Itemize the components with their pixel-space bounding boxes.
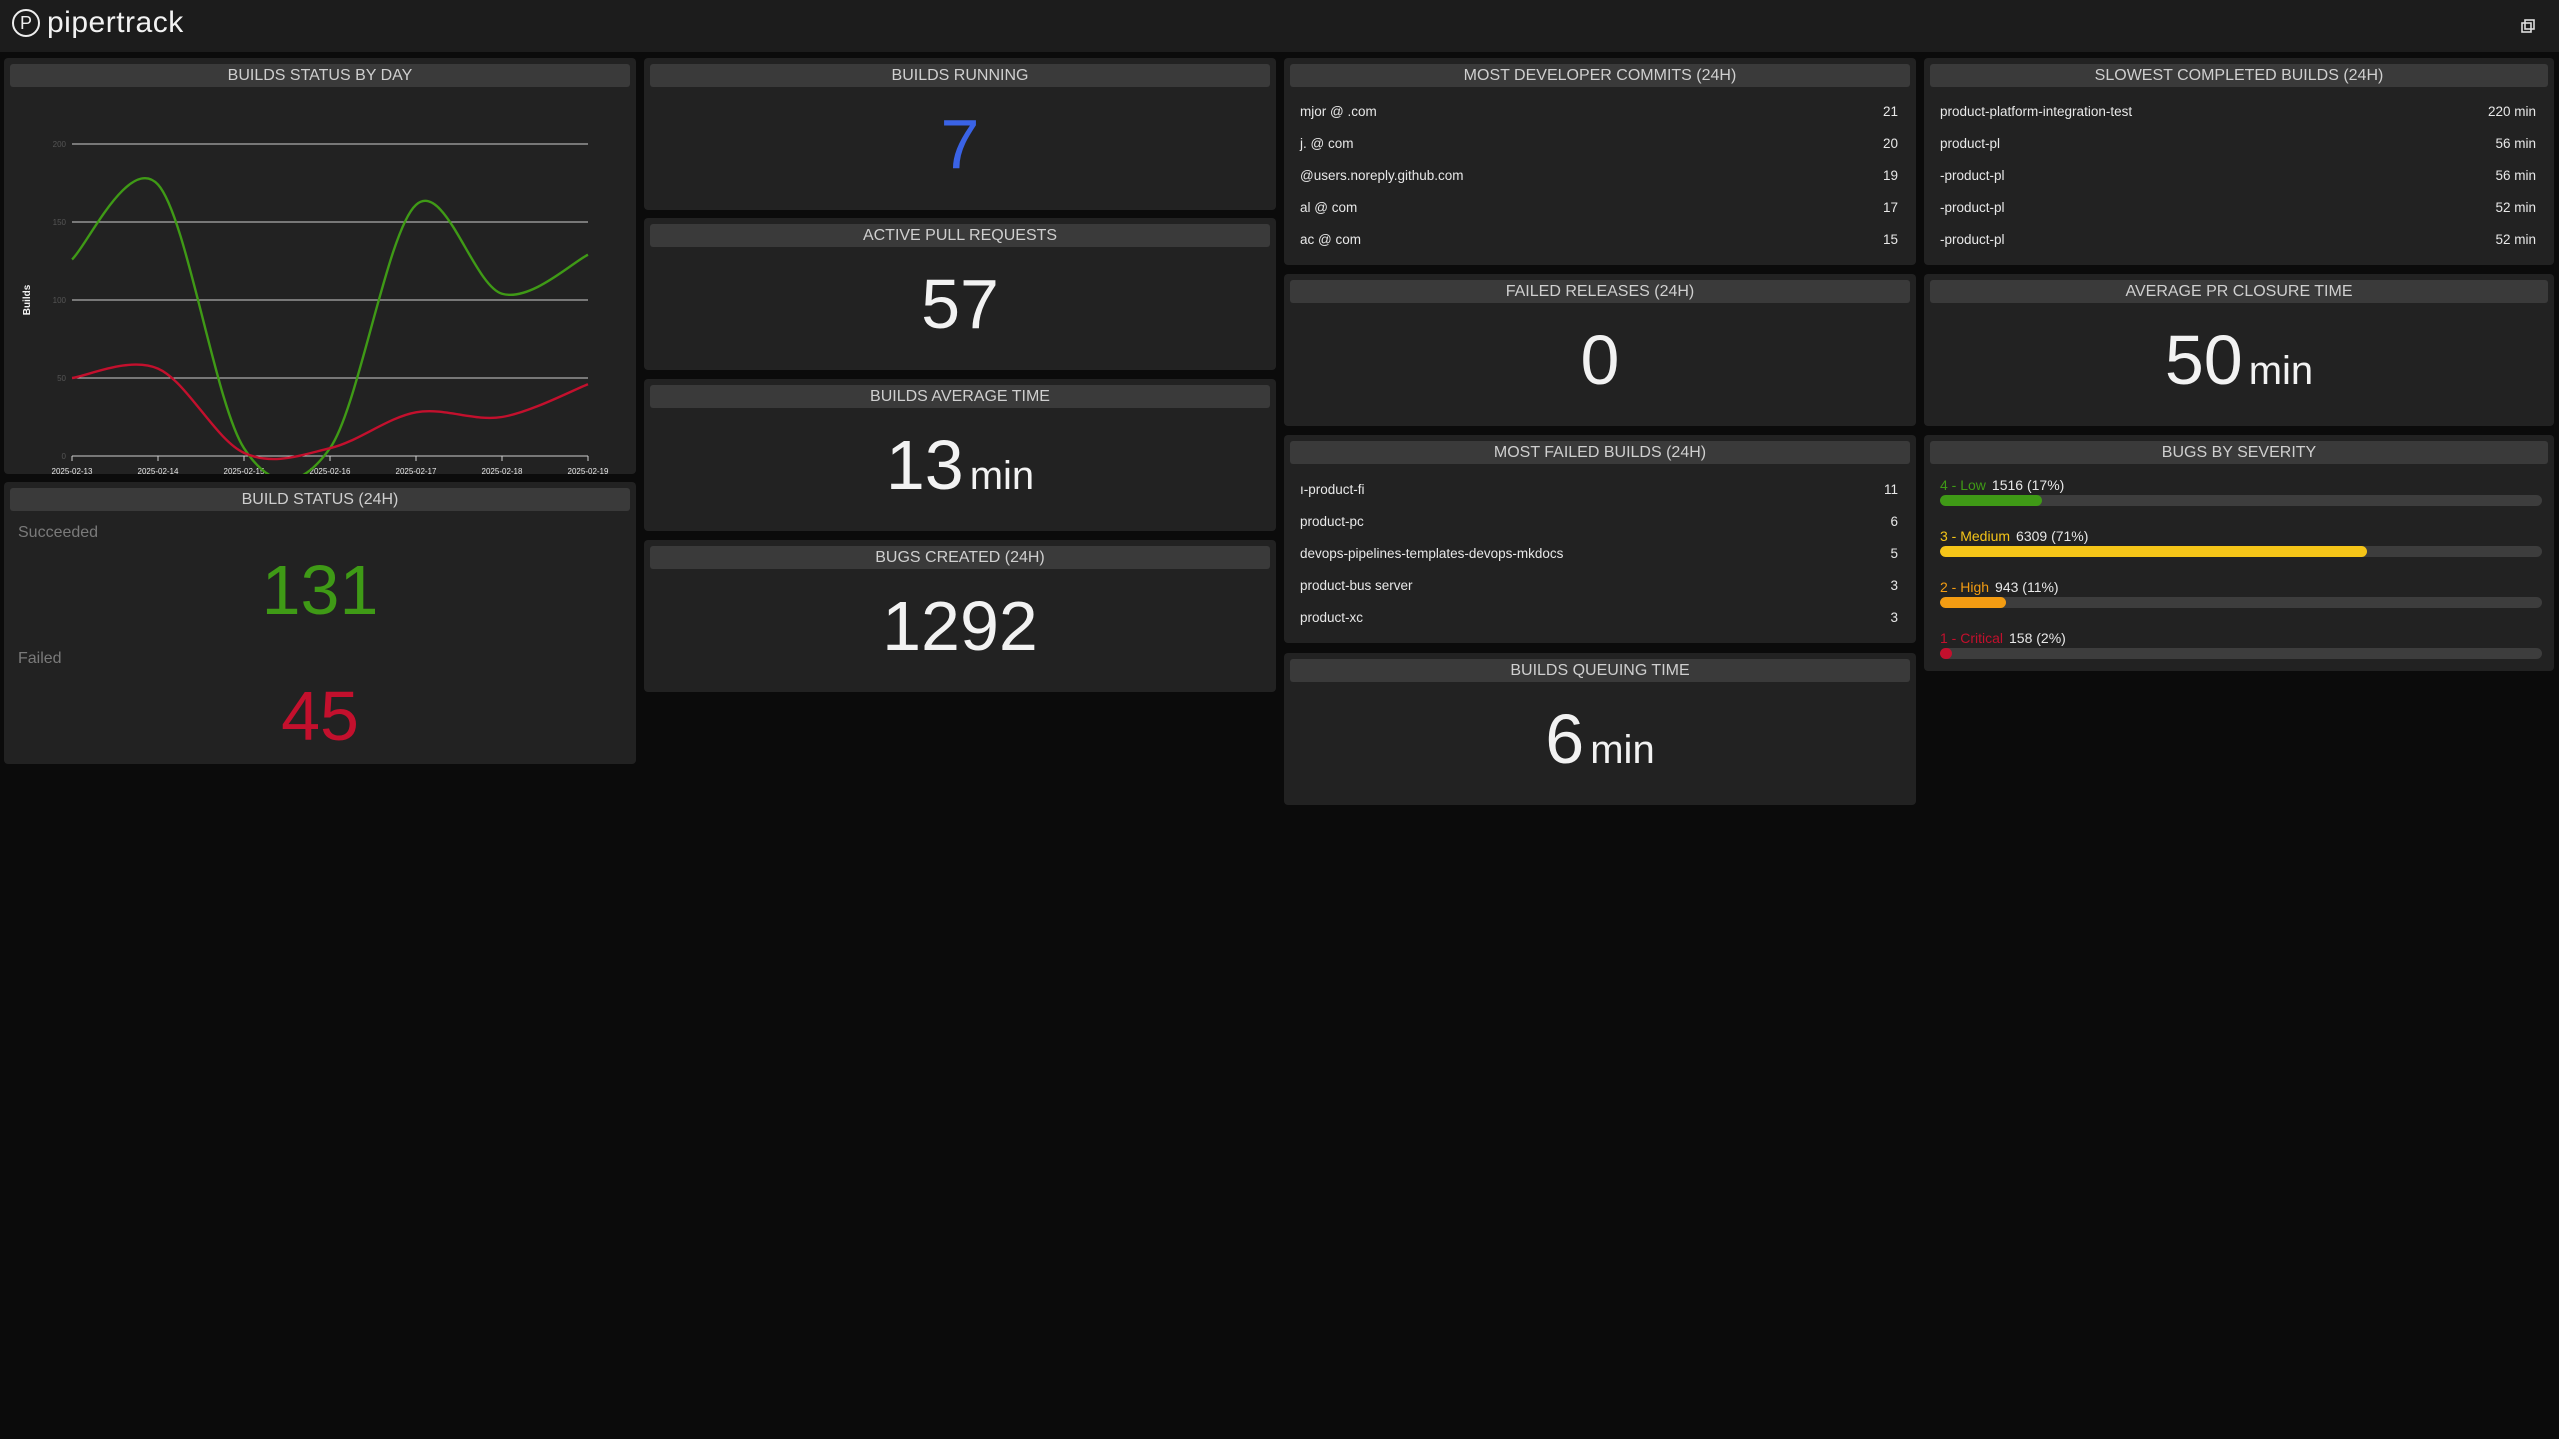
panel-title: FAILED RELEASES (24H) — [1290, 280, 1910, 303]
app-name: pipertrack — [47, 6, 184, 39]
severity-bar-fill — [1940, 495, 2043, 506]
panel-title: ACTIVE PULL REQUESTS — [650, 224, 1270, 247]
list-item[interactable]: mjor @ .com 21 — [1300, 104, 1898, 124]
bugs-by-severity-panel: BUGS BY SEVERITY 4 - Low 1516 (17%) 3 - M… — [1924, 435, 2554, 671]
panel-title: BUILDS QUEUING TIME — [1290, 659, 1910, 682]
failed-releases-value: 0 — [1580, 321, 1620, 399]
panel-title: BUILD STATUS (24H) — [10, 488, 630, 511]
builds-running-value: 7 — [940, 105, 980, 183]
builds-queuing-time-value: 6 min — [1284, 699, 1916, 779]
builds-average-time-panel: BUILDS AVERAGE TIME 13 min — [644, 379, 1276, 531]
succeeded-label: Succeeded — [18, 524, 99, 541]
list-item[interactable]: -product-pl 52 min — [1940, 200, 2536, 220]
panel-title: SLOWEST COMPLETED BUILDS (24H) — [1930, 64, 2548, 87]
failed-count: 45 — [281, 677, 359, 755]
severity-count: 943 (11%) — [1995, 579, 2059, 595]
most-failed-builds-panel: MOST FAILED BUILDS (24H) ı-product-fi 11 … — [1284, 435, 1916, 643]
severity-label: 4 - Low — [1940, 477, 1986, 493]
builds-line-chart: 0 50 100 150 200 2025-02-13 2025-02-14 2025-02-… — [22, 140, 609, 474]
panel-title: BUILDS RUNNING — [650, 64, 1270, 87]
severity-row-medium[interactable]: 3 - Medium 6309 (71%) — [1940, 528, 2542, 568]
slowest-completed-builds-panel: SLOWEST COMPLETED BUILDS (24H) product-p… — [1924, 58, 2554, 265]
pr-closure-number: 50 — [2164, 321, 2243, 399]
bugs-created-panel: BUGS CREATED (24H) 1292 — [644, 540, 1276, 692]
average-time-unit: min — [969, 454, 1035, 498]
list-item[interactable]: al @ com 17 — [1300, 200, 1898, 220]
queuing-time-unit: min — [1590, 728, 1655, 772]
severity-count: 1516 (17%) — [1991, 477, 2065, 493]
top-bar: P pipertrack — [0, 0, 2559, 52]
severity-track — [1940, 546, 2542, 557]
series-line-succeeded — [71, 177, 589, 474]
builds-average-time-value: 13 min — [644, 425, 1276, 505]
y-tick-label: 200 — [53, 140, 67, 149]
logo-mark-icon: P — [12, 9, 40, 37]
panel-title: BUILDS AVERAGE TIME — [650, 385, 1270, 408]
x-tick-label: 2025-02-18 — [482, 467, 523, 474]
active-pull-requests-panel: ACTIVE PULL REQUESTS 57 — [644, 218, 1276, 370]
builds-queuing-time-panel: BUILDS QUEUING TIME 6 min — [1284, 653, 1916, 805]
list-item[interactable]: -product-pl 52 min — [1940, 232, 2536, 252]
pr-closure-unit: min — [2248, 349, 2314, 393]
builds-running-panel: BUILDS RUNNING 7 — [644, 58, 1276, 210]
list-item[interactable]: devops-pipelines-templates-devops-mkdocs… — [1300, 546, 1898, 566]
severity-bar-fill — [1940, 546, 2368, 557]
severity-track — [1940, 597, 2542, 608]
x-tick-label: 2025-02-13 — [52, 467, 93, 474]
x-tick-label: 2025-02-16 — [310, 467, 351, 474]
panel-title: MOST FAILED BUILDS (24H) — [1290, 441, 1910, 464]
most-developer-commits-panel: MOST DEVELOPER COMMITS (24H) mjor @ .com… — [1284, 58, 1916, 265]
failed-releases-panel: FAILED RELEASES (24H) 0 — [1284, 274, 1916, 426]
bugs-created-value: 1292 — [882, 587, 1038, 665]
x-tick-label: 2025-02-14 — [138, 467, 179, 474]
list-item[interactable]: ac @ com 15 — [1300, 232, 1898, 252]
severity-label: 3 - Medium — [1940, 528, 2011, 544]
builds-status-by-day-panel: BUILDS STATUS BY DAY 0 50 100 150 200 2025-02… — [4, 58, 636, 474]
severity-track — [1940, 495, 2542, 506]
severity-bar-fill — [1940, 648, 1953, 659]
y-tick-label: 50 — [57, 374, 66, 383]
severity-row-low[interactable]: 4 - Low 1516 (17%) — [1940, 477, 2542, 517]
y-tick-label: 100 — [53, 296, 67, 305]
severity-count: 6309 (71%) — [2016, 528, 2089, 544]
list-item[interactable]: ı-product-fi 11 — [1300, 482, 1898, 502]
build-status-24h-panel: BUILD STATUS (24H) Succeeded 131 Failed … — [4, 482, 636, 764]
fullscreen-button[interactable] — [2517, 15, 2539, 37]
x-tick-label: 2025-02-17 — [396, 467, 437, 474]
severity-row-critical[interactable]: 1 - Critical 158 (2%) — [1940, 630, 2542, 670]
x-tick-label: 2025-02-19 — [568, 467, 609, 474]
failed-label: Failed — [18, 650, 62, 667]
list-item[interactable]: product-pl 56 min — [1940, 136, 2536, 156]
average-pr-closure-time-value: 50 min — [1924, 320, 2554, 400]
severity-label: 1 - Critical — [1940, 630, 2004, 646]
list-item[interactable]: product-pc 6 — [1300, 514, 1898, 534]
panel-title: BUGS CREATED (24H) — [650, 546, 1270, 569]
panel-title: MOST DEVELOPER COMMITS (24H) — [1290, 64, 1910, 87]
average-time-number: 13 — [885, 426, 964, 504]
succeeded-count: 131 — [261, 551, 379, 629]
y-axis-label: Builds — [22, 284, 33, 315]
list-item[interactable]: product-platform-integration-test 220 min — [1940, 104, 2536, 124]
severity-label: 2 - High — [1940, 579, 1990, 595]
panel-title: BUGS BY SEVERITY — [1930, 441, 2548, 464]
average-pr-closure-time-panel: AVERAGE PR CLOSURE TIME 50 min — [1924, 274, 2554, 426]
severity-row-high[interactable]: 2 - High 943 (11%) — [1940, 579, 2542, 619]
active-pull-requests-value: 57 — [921, 265, 999, 343]
fullscreen-icon — [2521, 19, 2535, 33]
series-line-failed — [71, 363, 589, 461]
app-logo[interactable]: P pipertrack — [12, 6, 184, 40]
queuing-time-number: 6 — [1545, 700, 1585, 778]
list-item[interactable]: j. @ com 20 — [1300, 136, 1898, 156]
y-tick-label: 150 — [53, 218, 67, 227]
severity-track — [1940, 648, 2542, 659]
severity-bar-fill — [1940, 597, 2007, 608]
panel-title: AVERAGE PR CLOSURE TIME — [1930, 280, 2548, 303]
severity-count: 158 (2%) — [2009, 630, 2066, 646]
list-item[interactable]: -product-pl 56 min — [1940, 168, 2536, 188]
list-item[interactable]: product-xc 3 — [1300, 610, 1898, 630]
y-tick-label: 0 — [62, 452, 67, 461]
list-item[interactable]: @users.noreply.github.com 19 — [1300, 168, 1898, 188]
list-item[interactable]: product-bus server 3 — [1300, 578, 1898, 598]
